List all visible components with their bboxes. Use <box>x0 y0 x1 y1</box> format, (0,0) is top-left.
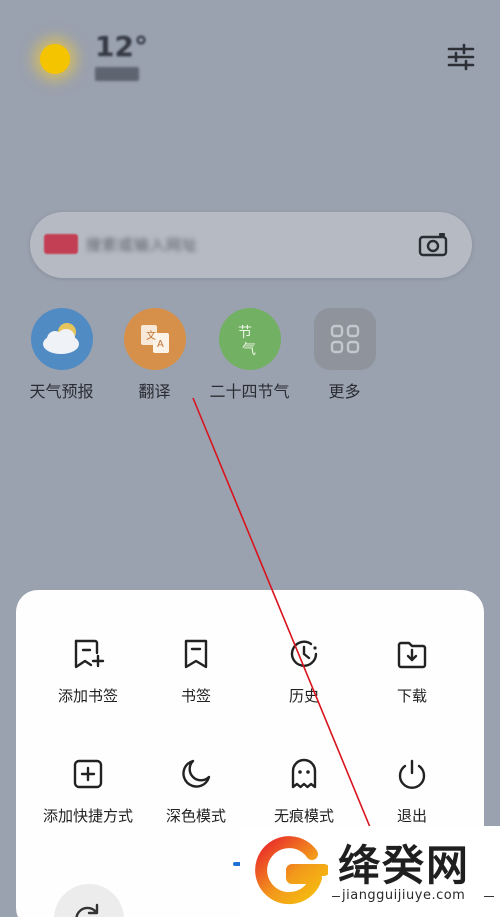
menu-dark-mode[interactable]: 深色模式 <box>141 757 251 826</box>
translate-icon: 文A <box>123 308 186 370</box>
app-translate[interactable]: 文A 翻译 <box>107 308 202 402</box>
watermark-divider <box>484 896 494 897</box>
watermark: 绛癸网 jiangguijiuye.com <box>240 826 500 917</box>
menu-label: 添加快捷方式 <box>42 807 133 825</box>
ghost-icon <box>287 757 321 791</box>
watermark-divider <box>332 896 340 897</box>
cloud-icon <box>30 308 93 370</box>
svg-text:气: 气 <box>242 342 256 358</box>
menu-label: 下载 <box>396 687 427 705</box>
svg-text:文: 文 <box>146 329 156 342</box>
app-solar-terms[interactable]: 节气 二十四节气 <box>202 308 297 402</box>
menu-label: 添加书签 <box>57 687 118 705</box>
moon-icon <box>179 757 213 791</box>
svg-text:A: A <box>157 339 164 350</box>
menu-label: 书签 <box>180 687 211 705</box>
weather-widget[interactable] <box>30 34 80 84</box>
city-label <box>95 67 139 81</box>
search-placeholder: 搜索或输入网址 <box>86 236 199 254</box>
download-icon <box>395 637 429 671</box>
rotate-icon <box>70 900 104 917</box>
sun-icon <box>40 44 70 74</box>
app-label: 更多 <box>328 382 361 401</box>
app-label: 天气预报 <box>29 382 94 401</box>
menu-label: 无痕模式 <box>273 807 334 825</box>
menu-downloads[interactable]: 下载 <box>357 637 467 706</box>
add-bookmark-icon <box>71 637 105 671</box>
search-bar[interactable]: 搜索或输入网址 <box>30 212 472 278</box>
camera-icon[interactable] <box>418 231 448 257</box>
watermark-title: 绛癸网 <box>338 841 471 890</box>
grid-icon <box>313 308 376 370</box>
menu-history[interactable]: 历史 <box>249 637 359 706</box>
svg-text:节: 节 <box>238 325 252 341</box>
temperature-label: 12° <box>95 30 148 63</box>
quick-apps: 天气预报 文A 翻译 节气 二十四节气 更多 <box>0 308 500 408</box>
watermark-logo <box>252 832 330 908</box>
power-icon <box>395 757 429 791</box>
app-label: 翻译 <box>138 382 171 401</box>
sliders-icon[interactable] <box>446 42 476 72</box>
menu-label: 深色模式 <box>165 807 226 825</box>
add-shortcut-icon <box>71 757 105 791</box>
menu-label: 退出 <box>396 807 427 825</box>
app-more[interactable]: 更多 <box>297 308 392 402</box>
solar-term-icon: 节气 <box>218 308 281 370</box>
menu-label: 历史 <box>288 687 319 705</box>
app-weather[interactable]: 天气预报 <box>14 308 109 402</box>
history-icon <box>287 637 321 671</box>
watermark-url: jiangguijiuye.com <box>342 888 466 903</box>
menu-incognito[interactable]: 无痕模式 <box>249 757 359 826</box>
search-engine-badge <box>44 234 78 254</box>
menu-bookmarks[interactable]: 书签 <box>141 637 251 706</box>
menu-exit[interactable]: 退出 <box>357 757 467 826</box>
menu-add-shortcut[interactable]: 添加快捷方式 <box>33 757 143 826</box>
app-label: 二十四节气 <box>209 382 290 401</box>
bookmark-icon <box>179 637 213 671</box>
menu-add-bookmark[interactable]: 添加书签 <box>33 637 143 706</box>
